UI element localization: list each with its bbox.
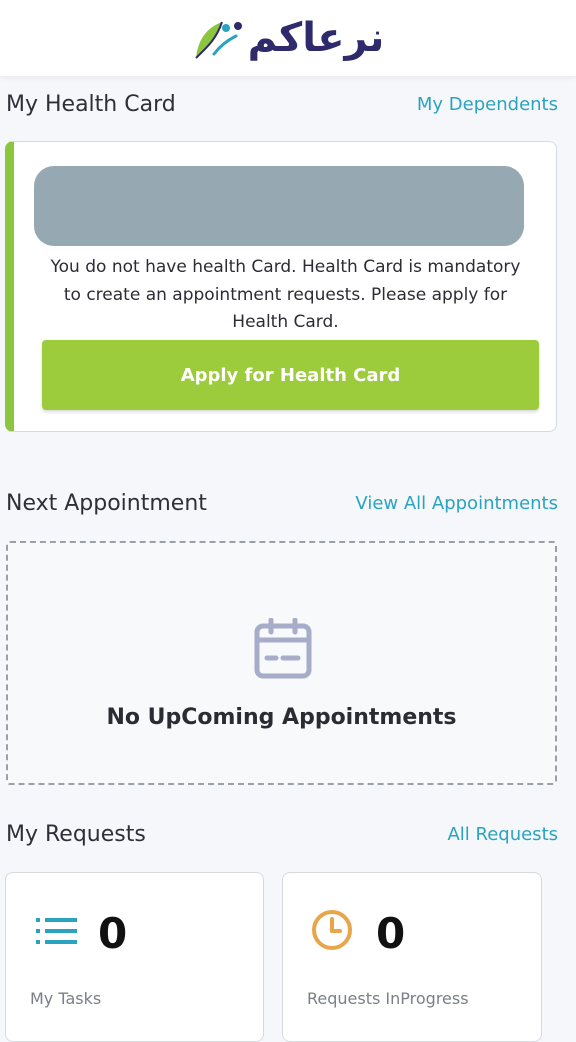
health-card-panel: You do not have health Card. Health Card… <box>5 141 557 432</box>
my-tasks-count: 0 <box>98 909 128 958</box>
clock-icon <box>312 910 352 950</box>
health-card-header: My Health Card My Dependents <box>6 92 558 117</box>
health-card-title: My Health Card <box>6 92 176 117</box>
logo-text: نرعاكم <box>247 15 385 61</box>
appointment-empty-box: No UpComing Appointments <box>6 541 557 785</box>
view-all-appointments-link[interactable]: View All Appointments <box>355 493 558 514</box>
requests-inprogress-label: Requests InProgress <box>307 989 469 1008</box>
app-header: نرعاكم <box>0 0 576 76</box>
calendar-icon <box>254 618 312 679</box>
appointment-header: Next Appointment View All Appointments <box>6 491 558 516</box>
my-tasks-label: My Tasks <box>30 989 102 1008</box>
no-appointments-text: No UpComing Appointments <box>106 705 457 730</box>
list-icon <box>36 918 77 944</box>
next-appointment-title: Next Appointment <box>6 491 207 516</box>
requests-header: My Requests All Requests <box>6 822 558 847</box>
my-tasks-card[interactable]: 0 My Tasks <box>5 872 264 1042</box>
app-logo: نرعاكم <box>192 14 385 62</box>
requests-inprogress-count: 0 <box>376 909 406 958</box>
health-card-message: You do not have health Card. Health Card… <box>50 257 521 332</box>
requests-inprogress-card[interactable]: 0 Requests InProgress <box>282 872 542 1042</box>
my-requests-title: My Requests <box>6 822 146 847</box>
apply-health-card-button[interactable]: Apply for Health Card <box>42 340 539 410</box>
leaf-logo-icon <box>194 21 242 59</box>
my-dependents-link[interactable]: My Dependents <box>417 94 558 115</box>
all-requests-link[interactable]: All Requests <box>447 824 558 845</box>
health-card-placeholder <box>34 166 524 246</box>
